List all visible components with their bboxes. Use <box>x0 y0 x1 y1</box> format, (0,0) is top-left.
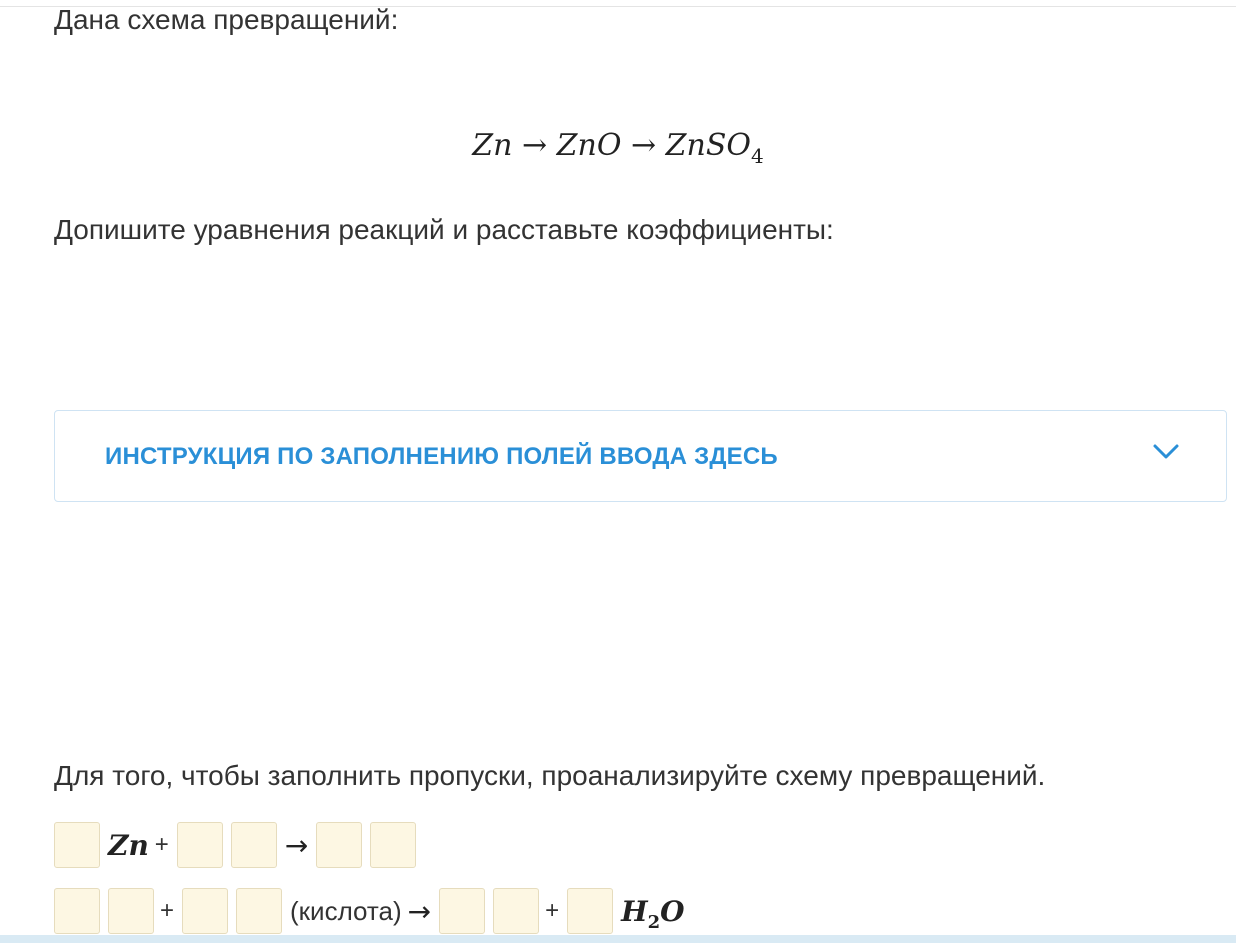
eq1-species-zn: Zn <box>108 828 149 862</box>
eq1-product-input[interactable] <box>370 822 417 868</box>
eq2-product-input[interactable] <box>493 888 540 934</box>
eq1-coef-product-input[interactable] <box>316 822 363 868</box>
eq2-coef-water-input[interactable] <box>567 888 614 934</box>
eq2-arrow: → <box>407 894 432 928</box>
instruction-label: ИНСТРУКЦИЯ ПО ЗАПОЛНЕНИЮ ПОЛЕЙ ВВОДА ЗДЕ… <box>105 443 778 470</box>
scheme-species-3: ZnSO <box>665 128 751 163</box>
scheme-species-2: ZnO <box>556 128 622 163</box>
instruction-accordion[interactable]: ИНСТРУКЦИЯ ПО ЗАПОЛНЕНИЮ ПОЛЕЙ ВВОДА ЗДЕ… <box>54 410 1227 502</box>
scheme-arrow-2: → <box>630 128 657 163</box>
eq2-water-o: O <box>660 894 685 928</box>
eq2-acid-input[interactable] <box>236 888 283 934</box>
task-text: Допишите уравнения реакций и расставьте … <box>54 214 834 245</box>
bottom-bar <box>0 935 1236 943</box>
scheme-species-1: Zn <box>472 128 513 163</box>
eq2-reagent1-input[interactable] <box>108 888 154 934</box>
eq2-plus-1: + <box>160 897 175 924</box>
eq1-coef-zn-input[interactable] <box>54 822 100 868</box>
eq1-plus: + <box>154 831 169 858</box>
eq2-acid-note: (кислота) <box>290 895 402 926</box>
eq1-arrow: → <box>284 828 309 862</box>
eq2-water-h: H <box>621 894 648 928</box>
eq2-water: H2O <box>621 894 685 933</box>
eq2-water-subscript: 2 <box>647 911 661 933</box>
equation-1: Zn + → <box>54 820 424 870</box>
eq2-coef-acid-input[interactable] <box>182 888 229 934</box>
scheme-arrow-1: → <box>521 128 548 163</box>
hint-text: Для того, чтобы заполнить пропуски, проа… <box>54 760 1046 791</box>
eq1-reagent-input[interactable] <box>230 822 277 868</box>
eq1-coef-reagent-input[interactable] <box>176 822 223 868</box>
equation-2: + (кислота) → + H2O <box>54 886 693 936</box>
transformation-scheme: Zn → ZnO → ZnSO4 <box>0 124 1236 170</box>
eq2-plus-2: + <box>545 897 560 924</box>
intro-text: Дана схема превращений: <box>54 4 399 35</box>
eq2-coef-product-input[interactable] <box>439 888 486 934</box>
chevron-down-icon <box>1153 444 1179 459</box>
eq2-coef-reagent1-input[interactable] <box>54 888 100 934</box>
scheme-species-3-subscript: 4 <box>750 144 764 168</box>
